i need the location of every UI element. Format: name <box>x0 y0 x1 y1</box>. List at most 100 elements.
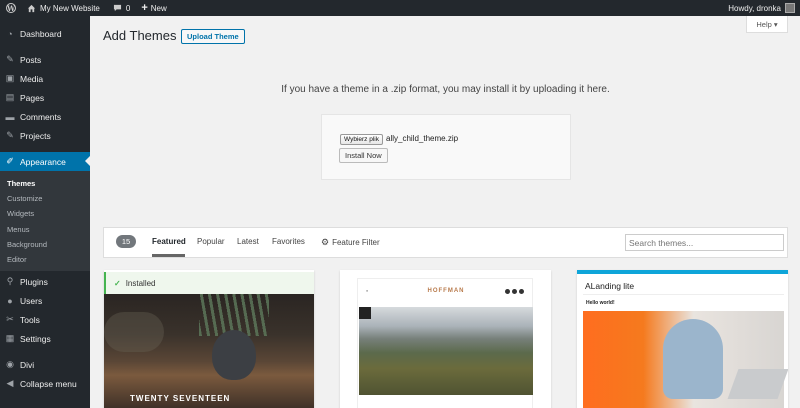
sidebar-item-label: Tools <box>20 314 40 325</box>
submenu-item-editor[interactable]: Editor <box>7 255 27 264</box>
comments-link[interactable]: 0 <box>105 0 135 16</box>
tab-latest[interactable]: Latest <box>237 237 259 246</box>
screenshot-post-title: Hello world! <box>586 300 615 306</box>
theme-screenshot: Hello world! <box>583 294 788 408</box>
selected-file-name: ally_child_theme.zip <box>386 134 459 143</box>
sidebar-item-settings[interactable]: ▦ Settings <box>0 329 90 348</box>
upload-theme-button[interactable]: Upload Theme <box>181 29 245 44</box>
sticky-corner-icon <box>359 307 371 319</box>
comment-icon: ▬ <box>5 111 15 122</box>
sidebar-item-appearance[interactable]: ✐ Appearance <box>0 152 90 171</box>
avatar <box>785 3 795 13</box>
laptop-shape <box>727 369 788 399</box>
submenu-item-widgets[interactable]: Widgets <box>7 209 34 218</box>
sidebar-item-plugins[interactable]: ⚲ Plugins <box>0 272 90 291</box>
screenshot-header: ALanding lite <box>577 279 788 293</box>
checkmark-icon: ✓ <box>114 278 121 288</box>
sidebar-item-label: Settings <box>20 333 51 344</box>
installed-notice: ✓ Installed <box>104 272 314 294</box>
sidebar-item-dashboard[interactable]: ◔ Dashboard <box>0 24 90 43</box>
screenshot-title: ALanding lite <box>585 281 635 291</box>
theme-screenshot: TWENTY SEVENTEEN <box>104 294 314 408</box>
laptop-photo <box>583 311 788 408</box>
brush-icon: ✐ <box>6 156 14 166</box>
site-name: My New Website <box>40 3 100 13</box>
sidebar-item-projects[interactable]: ✎ Projects <box>0 126 90 145</box>
sidebar-item-label: Appearance <box>20 156 66 167</box>
sidebar-item-divi[interactable]: ◉ Divi <box>0 355 90 374</box>
sidebar-item-label: Media <box>20 73 44 84</box>
sidebar-item-label: Divi <box>20 359 35 370</box>
user-icon: ● <box>7 295 13 306</box>
site-name-link[interactable]: My New Website <box>22 0 105 16</box>
sidebar-item-pages[interactable]: ▤ Pages <box>0 88 90 107</box>
sidebar-item-users[interactable]: ● Users <box>0 291 90 310</box>
background-blur <box>104 312 164 352</box>
appearance-submenu: Themes Customize Widgets Menus Backgroun… <box>0 171 90 271</box>
media-icon: ▣ <box>5 73 15 83</box>
sidebar-item-label: Pages <box>20 92 45 103</box>
active-tab-indicator <box>152 254 185 257</box>
install-now-button[interactable]: Install Now <box>339 148 388 163</box>
submenu-item-menus[interactable]: Menus <box>7 225 30 234</box>
sidebar-item-label: Plugins <box>20 276 48 287</box>
sidebar-item-media[interactable]: ▣ Media <box>0 69 90 88</box>
sidebar-item-label: Users <box>20 295 43 306</box>
wrench-icon: ✂ <box>6 314 14 324</box>
sidebar-item-label: Posts <box>20 54 42 65</box>
theme-card-alanding-lite[interactable]: ALanding lite Hello world! <box>577 270 788 408</box>
social-icons <box>505 289 524 294</box>
admin-bar: W My New Website 0 + New Howdy, dronka <box>0 0 800 16</box>
dashboard-icon: ◔ <box>7 28 13 39</box>
page-title: Add Themes <box>103 28 177 43</box>
theme-filter-bar: 15 Featured Popular Latest Favorites ⚙ Fe… <box>103 227 788 258</box>
plus-icon: + <box>141 2 148 14</box>
sidebar-item-comments[interactable]: ▬ Comments <box>0 107 90 126</box>
help-tab-button[interactable]: Help ▾ <box>746 16 788 33</box>
pin-icon: ✎ <box>6 54 14 64</box>
comments-count: 0 <box>125 3 131 13</box>
home-icon <box>27 4 36 12</box>
collapse-icon: ◀ <box>6 378 14 388</box>
plugin-icon: ⚲ <box>6 276 14 286</box>
sidebar-item-label: Projects <box>20 130 51 141</box>
submenu-item-customize[interactable]: Customize <box>7 194 42 203</box>
theme-count-badge: 15 <box>116 235 136 248</box>
feature-filter-label: Feature Filter <box>332 238 380 247</box>
upload-form: Wybierz plik ally_child_theme.zip Instal… <box>321 114 571 180</box>
screenshot-title: TWENTY SEVENTEEN <box>130 394 231 403</box>
theme-screenshot: ≡ HOFFMAN <box>357 278 533 408</box>
person-shape <box>663 319 723 399</box>
new-content-link[interactable]: + New <box>135 0 171 16</box>
sidebar-item-posts[interactable]: ✎ Posts <box>0 50 90 69</box>
sidebar-item-label: Collapse menu <box>20 378 77 389</box>
choose-file-button[interactable]: Wybierz plik <box>340 134 383 145</box>
upload-instructions: If you have a theme in a .zip format, yo… <box>281 84 610 95</box>
plant-pot <box>212 330 256 380</box>
wordpress-logo-icon: W <box>6 3 16 13</box>
wordpress-menu[interactable]: W <box>0 0 22 16</box>
settings-icon: ▦ <box>5 333 15 343</box>
page-icon: ▤ <box>5 92 15 102</box>
feature-filter-button[interactable]: ⚙ Feature Filter <box>321 237 380 248</box>
tab-favorites[interactable]: Favorites <box>272 237 305 246</box>
theme-card-hoffman[interactable]: ≡ HOFFMAN <box>340 270 551 408</box>
theme-card-twenty-seventeen[interactable]: ✓ Installed TWENTY SEVENTEEN <box>104 270 314 408</box>
gear-icon: ⚙ <box>321 237 330 247</box>
collapse-menu-button[interactable]: ◀ Collapse menu <box>0 374 90 393</box>
installed-label: Installed <box>125 278 156 288</box>
pin-icon: ✎ <box>6 130 14 140</box>
tab-popular[interactable]: Popular <box>197 237 225 246</box>
sidebar-item-label: Dashboard <box>20 28 62 39</box>
new-label: New <box>150 3 167 13</box>
landscape-image <box>359 307 533 395</box>
search-themes-input[interactable] <box>625 234 784 251</box>
user-greeting: Howdy, dronka <box>728 3 781 13</box>
submenu-item-themes[interactable]: Themes <box>7 179 35 188</box>
sidebar-item-tools[interactable]: ✂ Tools <box>0 310 90 329</box>
admin-sidebar: ◔ Dashboard ✎ Posts ▣ Media ▤ Pages ▬ Co… <box>0 16 90 408</box>
comment-bubble-icon <box>113 4 121 12</box>
tab-featured[interactable]: Featured <box>152 237 186 246</box>
submenu-item-background[interactable]: Background <box>7 240 47 249</box>
account-menu[interactable]: Howdy, dronka <box>723 0 800 16</box>
